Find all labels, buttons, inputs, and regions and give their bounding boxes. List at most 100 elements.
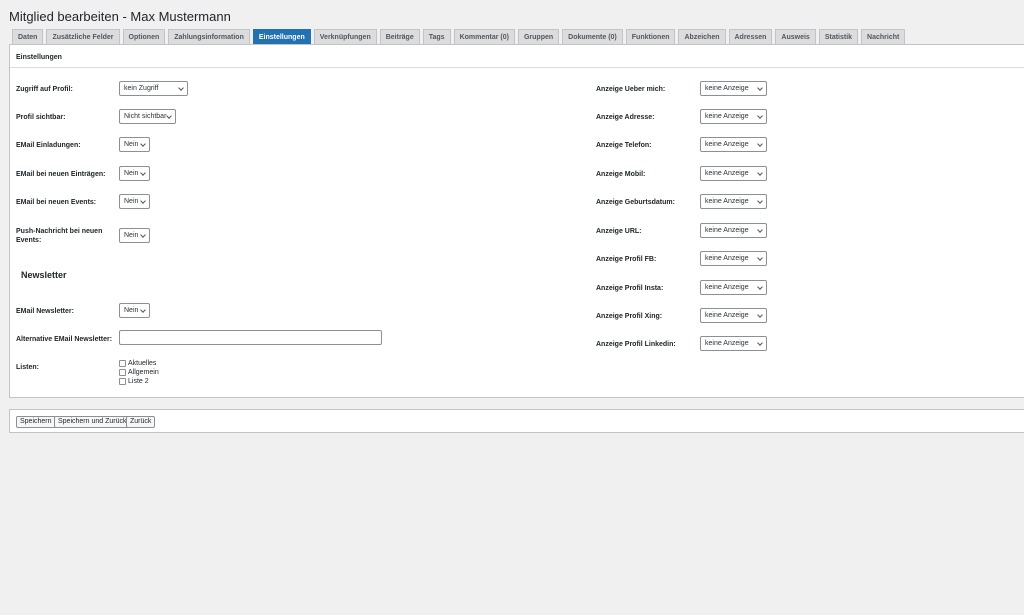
page-title: Mitglied bearbeiten - Max Mustermann — [9, 9, 231, 24]
chevron-down-icon — [757, 198, 763, 204]
list-option-allgemein[interactable]: Allgemein — [119, 368, 159, 377]
tab-funktionen[interactable]: Funktionen — [625, 29, 676, 44]
tab-ausweis[interactable]: Ausweis — [775, 29, 816, 44]
display-fb-value: keine Anzeige — [705, 255, 749, 262]
display-linkedin-value: keine Anzeige — [705, 340, 749, 347]
chevron-down-icon — [178, 85, 184, 91]
tab-gruppen[interactable]: Gruppen — [517, 29, 560, 44]
list-option-aktuelles[interactable]: Aktuelles — [119, 359, 156, 368]
chevron-down-icon — [757, 227, 763, 233]
chevron-down-icon — [140, 170, 146, 176]
profile-visible-label: Profil sichtbar: — [16, 114, 66, 121]
email-new-events-label: EMail bei neuen Events: — [16, 199, 97, 206]
tab-verknuepfungen[interactable]: Verknüpfungen — [313, 29, 377, 44]
display-insta-select[interactable]: keine Anzeige — [700, 280, 767, 295]
chevron-down-icon — [757, 312, 763, 318]
tab-abzeichen[interactable]: Abzeichen — [678, 29, 726, 44]
email-newsletter-value: Nein — [124, 307, 139, 314]
display-about-value: keine Anzeige — [705, 85, 749, 92]
profile-visible-select[interactable]: Nicht sichtbar — [119, 109, 176, 124]
push-new-events-label: Push-Nachricht bei neuen Events: — [16, 228, 103, 244]
chevron-down-icon — [757, 255, 763, 261]
display-address-label: Anzeige Adresse: — [596, 114, 655, 121]
list-option-liste-2[interactable]: Liste 2 — [119, 377, 149, 386]
display-xing-value: keine Anzeige — [705, 312, 749, 319]
panel-heading: Einstellungen — [16, 54, 62, 61]
tab-nachricht[interactable]: Nachricht — [861, 29, 906, 44]
email-invitations-select[interactable]: Nein — [119, 137, 150, 152]
back-button[interactable]: Zurück — [126, 416, 156, 428]
chevron-down-icon — [140, 198, 146, 204]
save-button[interactable]: Speichern — [16, 416, 56, 428]
chevron-down-icon — [757, 85, 763, 91]
profile-access-label: Zugriff auf Profil: — [16, 86, 73, 93]
display-insta-label: Anzeige Profil Insta: — [596, 285, 664, 292]
tab-tags[interactable]: Tags — [422, 29, 451, 44]
profile-access-value: kein Zugriff — [124, 85, 159, 92]
display-birthdate-value: keine Anzeige — [705, 198, 749, 205]
display-fb-label: Anzeige Profil FB: — [596, 256, 657, 263]
chevron-down-icon — [757, 113, 763, 119]
list-option-label: Liste 2 — [128, 378, 149, 385]
display-birthdate-select[interactable]: keine Anzeige — [700, 194, 767, 209]
display-birthdate-label: Anzeige Geburtsdatum: — [596, 199, 675, 206]
push-new-events-value: Nein — [124, 232, 139, 239]
display-xing-label: Anzeige Profil Xing: — [596, 313, 663, 320]
display-mobile-value: keine Anzeige — [705, 170, 749, 177]
email-newsletter-select[interactable]: Nein — [119, 303, 150, 318]
panel-divider — [10, 67, 1024, 68]
display-linkedin-select[interactable]: keine Anzeige — [700, 336, 767, 351]
tab-optionen[interactable]: Optionen — [122, 29, 166, 44]
action-bar: Speichern Speichern und Zurück Zurück — [9, 409, 1024, 433]
list-option-label: Allgemein — [128, 369, 159, 376]
display-url-select[interactable]: keine Anzeige — [700, 223, 767, 238]
email-new-events-select[interactable]: Nein — [119, 194, 150, 209]
chevron-down-icon — [140, 141, 146, 147]
checkbox[interactable] — [119, 369, 126, 376]
tab-beitraege[interactable]: Beiträge — [379, 29, 420, 44]
email-new-events-value: Nein — [124, 198, 139, 205]
chevron-down-icon — [757, 170, 763, 176]
alt-email-newsletter-input[interactable] — [119, 330, 382, 345]
tab-einstellungen[interactable]: Einstellungen — [252, 29, 311, 44]
tab-adressen[interactable]: Adressen — [728, 29, 773, 44]
tab-statistik[interactable]: Statistik — [818, 29, 859, 44]
display-about-select[interactable]: keine Anzeige — [700, 81, 767, 96]
list-option-label: Aktuelles — [128, 360, 157, 367]
display-insta-value: keine Anzeige — [705, 284, 749, 291]
checkbox[interactable] — [119, 360, 126, 367]
display-xing-select[interactable]: keine Anzeige — [700, 308, 767, 323]
tab-daten[interactable]: Daten — [12, 29, 44, 44]
display-mobile-select[interactable]: keine Anzeige — [700, 166, 767, 181]
profile-visible-value: Nicht sichtbar — [124, 113, 167, 120]
profile-access-select[interactable]: kein Zugriff — [119, 81, 188, 96]
chevron-down-icon — [166, 113, 172, 119]
email-new-entries-value: Nein — [124, 170, 139, 177]
display-phone-value: keine Anzeige — [705, 141, 749, 148]
tab-bar: Daten Zusätzliche Felder Optionen Zahlun… — [12, 29, 906, 44]
chevron-down-icon — [140, 232, 146, 238]
chevron-down-icon — [757, 340, 763, 346]
display-address-select[interactable]: keine Anzeige — [700, 109, 767, 124]
email-newsletter-label: EMail Newsletter: — [16, 308, 74, 315]
email-invitations-label: EMail Einladungen: — [16, 142, 81, 149]
save-and-back-button[interactable]: Speichern und Zurück — [54, 416, 131, 428]
email-new-entries-select[interactable]: Nein — [119, 166, 150, 181]
tab-kommentar[interactable]: Kommentar (0) — [453, 29, 515, 44]
email-invitations-value: Nein — [124, 141, 139, 148]
display-fb-select[interactable]: keine Anzeige — [700, 251, 767, 266]
chevron-down-icon — [757, 141, 763, 147]
settings-panel: Einstellungen Zugriff auf Profil: kein Z… — [9, 44, 1024, 398]
tab-dokumente[interactable]: Dokumente (0) — [562, 29, 623, 44]
display-mobile-label: Anzeige Mobil: — [596, 171, 646, 178]
display-url-label: Anzeige URL: — [596, 228, 642, 235]
display-phone-select[interactable]: keine Anzeige — [700, 137, 767, 152]
tab-zusaetzliche-felder[interactable]: Zusätzliche Felder — [46, 29, 120, 44]
push-new-events-select[interactable]: Nein — [119, 228, 150, 243]
tab-zahlungsinformation[interactable]: Zahlungsinformation — [168, 29, 250, 44]
chevron-down-icon — [140, 307, 146, 313]
checkbox[interactable] — [119, 378, 126, 385]
email-new-entries-label: EMail bei neuen Einträgen: — [16, 171, 106, 178]
display-address-value: keine Anzeige — [705, 113, 749, 120]
display-url-value: keine Anzeige — [705, 227, 749, 234]
